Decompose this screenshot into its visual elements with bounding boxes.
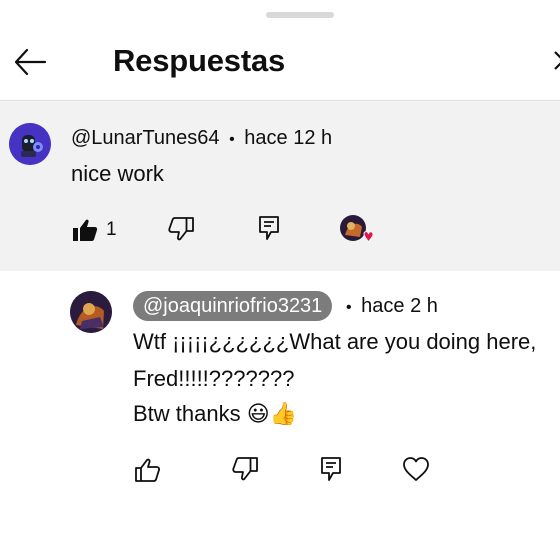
dislike-button[interactable] xyxy=(230,454,260,484)
page-title: Respuestas xyxy=(113,43,286,78)
reply-button[interactable] xyxy=(317,454,345,484)
heart-button[interactable] xyxy=(400,454,432,484)
comment-text: nice work xyxy=(71,161,164,186)
back-button[interactable] xyxy=(10,42,50,82)
avatar[interactable] xyxy=(70,291,112,333)
close-icon xyxy=(554,51,560,70)
reply-text-line-2: Fred!!!!!??????? xyxy=(133,366,295,391)
like-count: 1 xyxy=(106,219,117,240)
heart-icon xyxy=(403,457,429,481)
thumb-up-icon xyxy=(135,458,161,482)
reply-author-mention[interactable]: @joaquinriofrio3231 xyxy=(133,291,333,321)
comment-time: hace 2 h xyxy=(361,295,438,317)
thumb-down-icon xyxy=(232,457,258,481)
meta-separator: • xyxy=(229,131,235,148)
reply-icon xyxy=(321,457,341,481)
reply-text-line-1: Wtf ¡¡¡¡¡¿¿¿¿¿¿What are you doing here, xyxy=(133,329,537,354)
reply-icon xyxy=(259,216,279,240)
reply-button[interactable] xyxy=(255,213,283,243)
meta-separator: • xyxy=(346,299,352,316)
comment-meta: • hace 2 h xyxy=(346,295,438,318)
comment-author[interactable]: @LunarTunes64 xyxy=(71,127,220,149)
comment-time: hace 12 h xyxy=(244,127,333,149)
parent-comment: @LunarTunes64 • hace 12 h nice work 1 xyxy=(0,101,560,271)
thumb-up-filled-icon xyxy=(73,219,98,241)
avatar[interactable] xyxy=(9,123,51,165)
creator-heart-badge xyxy=(338,213,374,249)
comment-meta: @LunarTunes64 • hace 12 h xyxy=(71,127,332,150)
avatar-image xyxy=(70,291,112,333)
close-button[interactable] xyxy=(548,46,560,78)
arrow-left-icon xyxy=(14,48,47,76)
reply-comment: @joaquinriofrio3231 • hace 2 h Wtf ¡¡¡¡¡… xyxy=(0,271,560,560)
like-button[interactable] xyxy=(70,215,100,245)
reply-text-line-3: Btw thanks 😃👍 xyxy=(133,401,298,426)
like-button[interactable] xyxy=(133,455,163,485)
thumb-down-icon xyxy=(168,217,194,241)
avatar-image xyxy=(9,123,51,165)
dislike-button[interactable] xyxy=(166,214,196,244)
sheet-drag-handle[interactable] xyxy=(266,12,334,18)
creator-heart-icon xyxy=(340,215,374,243)
replies-header: Respuestas xyxy=(0,22,560,100)
